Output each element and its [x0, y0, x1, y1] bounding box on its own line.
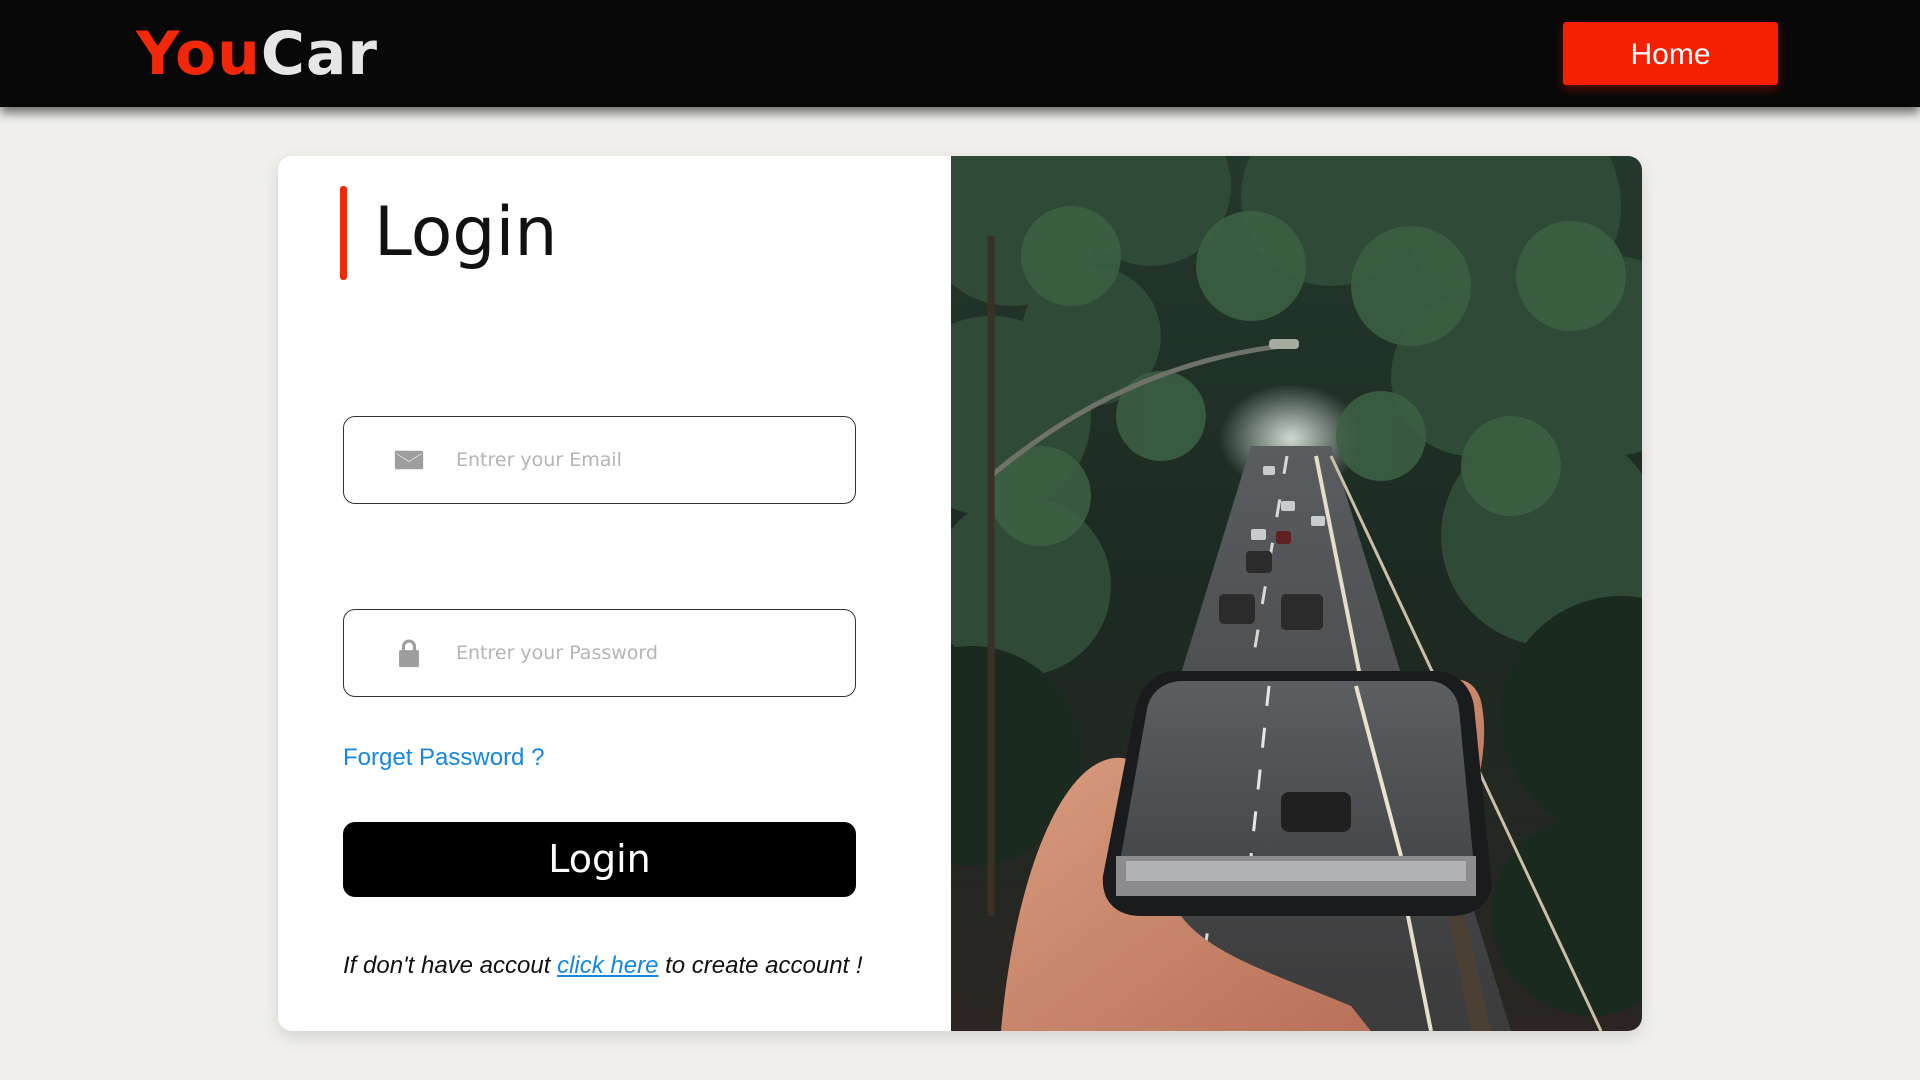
brand-logo-car: Car: [260, 19, 378, 89]
login-button[interactable]: Login: [343, 822, 856, 897]
signup-prompt: If don't have accout click here to creat…: [343, 952, 863, 980]
brand-logo[interactable]: YouCar: [136, 18, 378, 90]
login-card: Login Forget Password ? Login If don't h…: [278, 156, 1642, 1031]
page-title: Login: [374, 193, 558, 272]
navbar: YouCar Home: [0, 0, 1920, 107]
phone-shape: [1102, 671, 1492, 916]
brand-logo-you: You: [136, 19, 261, 89]
password-field[interactable]: [343, 609, 856, 697]
forget-password-link[interactable]: Forget Password ?: [343, 744, 544, 772]
signup-suffix: to create account !: [665, 952, 863, 979]
hero-photo-illustration: [951, 156, 1642, 1031]
hero-photo: [951, 156, 1642, 1031]
email-input[interactable]: [454, 437, 834, 483]
signup-link[interactable]: click here: [557, 952, 658, 979]
home-button[interactable]: Home: [1563, 22, 1778, 85]
email-field[interactable]: [343, 416, 856, 504]
login-form: Login Forget Password ? Login If don't h…: [278, 156, 951, 1031]
title-accent-bar: [340, 186, 347, 280]
mail-icon: [394, 450, 424, 470]
password-input[interactable]: [454, 630, 834, 676]
signup-prefix: If don't have accout: [343, 952, 551, 979]
lock-icon: [399, 639, 419, 668]
